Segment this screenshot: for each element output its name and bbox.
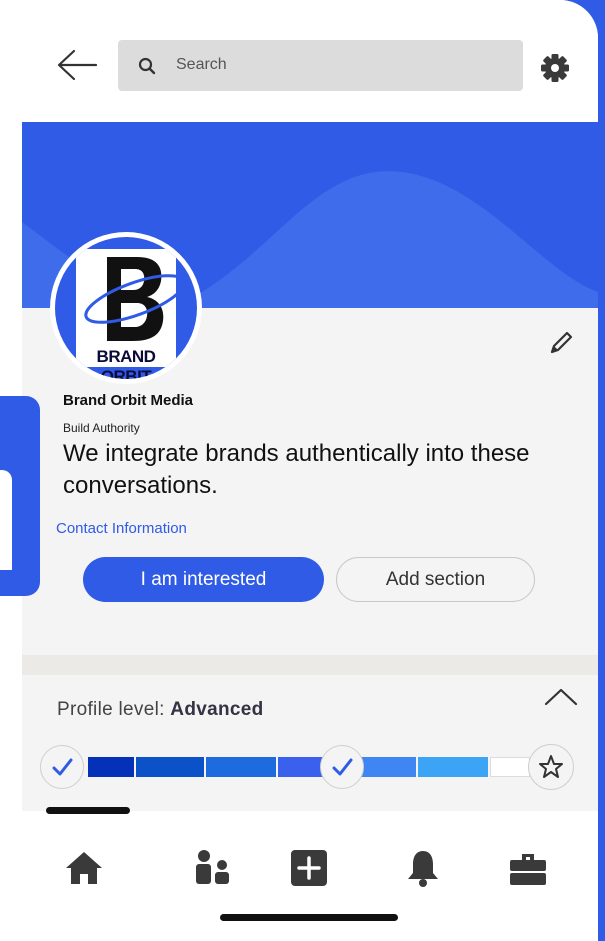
profile-avatar[interactable]: BRAND ORBIT bbox=[50, 232, 202, 384]
gear-icon[interactable] bbox=[539, 52, 571, 84]
chevron-up-icon[interactable] bbox=[544, 686, 578, 708]
progress-segment bbox=[136, 757, 204, 777]
search-placeholder: Search bbox=[176, 56, 227, 73]
avatar-logo: BRAND ORBIT bbox=[55, 237, 197, 379]
jobs-icon[interactable] bbox=[508, 848, 548, 888]
background-accent-edge bbox=[598, 0, 605, 941]
profile-progress-bar bbox=[40, 742, 578, 792]
profile-level-label: Profile level: Advanced bbox=[57, 699, 264, 721]
progress-segment bbox=[418, 757, 488, 777]
home-indicator bbox=[220, 914, 398, 921]
post-icon[interactable] bbox=[289, 848, 329, 888]
search-input[interactable]: Search bbox=[118, 40, 523, 91]
checkmark-icon bbox=[332, 758, 353, 776]
checkmark-icon bbox=[52, 758, 73, 776]
top-bar: Search bbox=[0, 0, 598, 122]
edit-pencil-icon[interactable] bbox=[548, 330, 574, 356]
profile-level-value: Advanced bbox=[170, 699, 264, 720]
add-section-button[interactable]: Add section bbox=[336, 557, 535, 602]
back-arrow-icon[interactable] bbox=[56, 48, 98, 82]
profile-level-prefix: Profile level: bbox=[57, 699, 165, 720]
star-icon bbox=[539, 755, 563, 778]
scroll-handle[interactable] bbox=[46, 807, 130, 814]
progress-step-complete bbox=[40, 745, 84, 789]
interested-button[interactable]: I am interested bbox=[83, 557, 324, 602]
notifications-icon[interactable] bbox=[403, 848, 443, 888]
section-divider bbox=[22, 655, 598, 675]
background-accent-left-inner bbox=[0, 470, 12, 570]
progress-segment bbox=[490, 757, 530, 777]
profile-tagline: Build Authority bbox=[63, 421, 140, 435]
home-icon[interactable] bbox=[64, 848, 104, 888]
progress-segment bbox=[360, 757, 416, 777]
progress-segment bbox=[206, 757, 276, 777]
progress-segment bbox=[88, 757, 134, 777]
profile-about: We integrate brands authentically into t… bbox=[63, 440, 530, 499]
profile-name: Brand Orbit Media bbox=[63, 392, 194, 409]
progress-step-goal bbox=[528, 744, 574, 790]
phone-screen: Search BRAND ORBIT Brand Orbit Media Bui… bbox=[0, 0, 598, 941]
network-icon[interactable] bbox=[192, 848, 232, 888]
progress-step-complete bbox=[320, 745, 364, 789]
contact-information-link[interactable]: Contact Information bbox=[56, 520, 187, 537]
search-icon bbox=[138, 57, 156, 75]
logo-text: BRAND ORBIT bbox=[96, 347, 156, 379]
